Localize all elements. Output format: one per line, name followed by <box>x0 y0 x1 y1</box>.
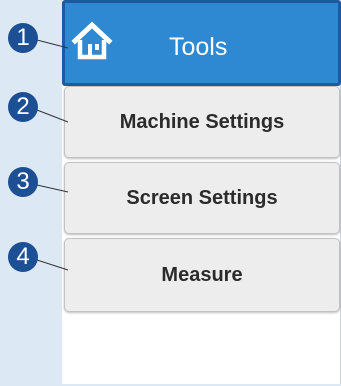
screen-settings-button[interactable]: Screen Settings <box>64 162 340 234</box>
measure-button[interactable]: Measure <box>64 238 340 312</box>
home-icon[interactable] <box>71 20 113 62</box>
callout-2: 2 <box>8 92 38 122</box>
measure-label: Measure <box>161 263 243 286</box>
machine-settings-button[interactable]: Machine Settings <box>64 86 340 158</box>
callout-4: 4 <box>8 242 38 272</box>
tools-header: Tools <box>62 0 341 86</box>
screen-settings-label: Screen Settings <box>126 186 278 209</box>
header-title: Tools <box>169 33 228 61</box>
callout-1: 1 <box>8 23 38 53</box>
tools-screen: Tools Machine Settings Screen Settings M… <box>0 0 341 386</box>
machine-settings-label: Machine Settings <box>119 110 285 133</box>
callout-3: 3 <box>8 167 38 197</box>
